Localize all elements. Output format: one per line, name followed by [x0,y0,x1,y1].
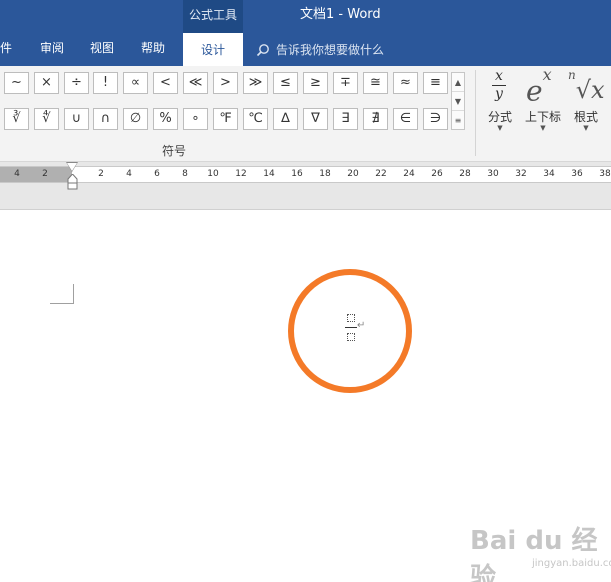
symbol-button[interactable]: ÷ [64,72,89,94]
symbol-button[interactable]: ≫ [243,72,268,94]
ruler-tick-label: 34 [543,169,555,179]
chevron-down-icon: ▼ [583,124,589,132]
ruler-tick-label: 2 [98,169,104,179]
watermark-logo: Bai du 经验 [470,526,598,582]
ruler-tick-label: 26 [431,169,443,179]
symbols-gallery-scroll: ▲ ▼ ≡ [451,72,465,130]
ruler-tick-label: 28 [459,169,471,179]
symbol-button[interactable]: ≈ [393,72,418,94]
first-line-indent-fill [67,163,77,171]
ruler-tick-label: 16 [291,169,303,179]
gallery-more-icon[interactable]: ≡ [452,111,464,130]
symbol-button[interactable]: × [34,72,59,94]
ruler-tick-label: 6 [154,169,160,179]
script-button[interactable]: ex 上下标 ▼ [520,65,566,138]
fraction-bar [345,327,357,328]
symbol-button[interactable]: ℉ [213,108,238,130]
ruler-tick-label: 10 [207,169,219,179]
ruler-tick-label: 38 [599,169,611,179]
fraction-icon: x y [492,68,506,102]
symbol-button[interactable]: ℃ [243,108,268,130]
symbol-button[interactable]: ∄ [363,108,388,130]
symbol-button[interactable]: ∇ [303,108,328,130]
equation-tools-context-title: 公式工具 [183,0,243,33]
ribbon-tab-bar: 件 审阅 视图 帮助 设计 告诉我你想要做什么 [0,33,611,66]
ruler-tick-label: 12 [235,169,247,179]
symbol-button[interactable]: ∈ [393,108,418,130]
symbol-button[interactable]: ∃ [333,108,358,130]
numerator-placeholder[interactable] [347,314,355,322]
document-title: 文档1 - Word [300,7,381,22]
symbol-button[interactable]: < [153,72,178,94]
symbols-group-label: 符号 [162,144,187,158]
tab-help[interactable]: 帮助 [141,33,165,66]
denominator-placeholder[interactable] [347,333,355,341]
symbol-button[interactable]: ≤ [273,72,298,94]
symbol-button[interactable]: ≪ [183,72,208,94]
script-label: 上下标 [524,110,561,124]
ruler-tick-label: 18 [319,169,331,179]
ruler-left-margin [0,167,72,182]
tab-view[interactable]: 视图 [90,33,114,66]
symbol-button[interactable]: ∆ [273,108,298,130]
symbol-button[interactable]: ≅ [363,72,388,94]
search-icon [256,43,269,56]
symbol-button[interactable]: ~ [4,72,29,94]
radical-icon: n√x [568,68,605,104]
ruler-tick-label: 4 [126,169,132,179]
symbol-button[interactable]: > [213,72,238,94]
symbol-button[interactable]: % [153,108,178,130]
horizontal-ruler[interactable]: 4 2 2 4 6 8 10 12 14 16 18 20 22 24 26 2… [0,166,611,183]
symbol-button[interactable]: ∝ [123,72,148,94]
radical-button[interactable]: n√x 根式 ▼ [566,68,606,138]
fraction-label: 分式 [487,110,512,124]
ruler-tick-label: 24 [403,169,415,179]
symbol-button[interactable]: ∩ [93,108,118,130]
ruler-tick-label: 32 [515,169,527,179]
symbol-button[interactable]: ∓ [333,72,358,94]
ruler-tick-label: 20 [347,169,359,179]
ruler-tick-label: 22 [375,169,387,179]
tab-review[interactable]: 审阅 [40,33,64,66]
scroll-down-icon[interactable]: ▼ [452,92,464,111]
symbol-button[interactable]: ∋ [423,108,448,130]
ruler-tick-label: 36 [571,169,583,179]
ruler-tick-label: 4 [14,169,20,179]
hanging-indent-marker[interactable] [67,174,78,190]
tab-file[interactable]: 件 [0,33,12,66]
watermark-url: jingyan.baidu.com [532,558,611,569]
symbol-button[interactable]: ∪ [64,108,89,130]
symbol-button[interactable]: ! [93,72,118,94]
fraction-equation[interactable]: ↵ [345,314,365,344]
fraction-button[interactable]: x y 分式 ▼ [478,68,522,138]
document-page[interactable]: ↵ Bai du 经验 jingyan.baidu.com [0,210,611,582]
ruler-tick-label: 14 [263,169,275,179]
ruler-tick-label: 8 [182,169,188,179]
tell-me-placeholder: 告诉我你想要做什么 [276,43,385,57]
ruler-area: 4 2 2 4 6 8 10 12 14 16 18 20 22 24 26 2… [0,162,611,210]
chevron-down-icon: ▼ [540,124,546,132]
symbol-button[interactable]: ≡ [423,72,448,94]
symbol-button[interactable]: ∅ [123,108,148,130]
symbol-button[interactable]: ∛ [4,108,29,130]
text-margin-corner [50,284,74,304]
symbol-button[interactable]: ≥ [303,72,328,94]
ruler-tick-label: 30 [487,169,499,179]
tell-me-search[interactable]: 告诉我你想要做什么 [256,33,384,66]
ruler-tick-label: 2 [42,169,48,179]
symbol-button[interactable]: ∘ [183,108,208,130]
group-divider [475,70,476,156]
tab-design[interactable]: 设计 [183,33,243,66]
ribbon-design: ~ × ÷ ! ∝ < ≪ > ≫ ≤ ≥ ∓ ≅ ≈ ≡ ∛ ∜ ∪ ∩ ∅ … [0,65,611,162]
watermark: Bai du 经验 jingyan.baidu.com [470,516,611,582]
script-icon: ex [526,65,552,108]
symbol-button[interactable]: ∜ [34,108,59,130]
title-bar: 公式工具 文档1 - Word [0,0,611,33]
scroll-up-icon[interactable]: ▲ [452,73,464,92]
paragraph-mark: ↵ [357,320,366,331]
chevron-down-icon: ▼ [497,124,503,132]
radical-label: 根式 [573,110,598,124]
